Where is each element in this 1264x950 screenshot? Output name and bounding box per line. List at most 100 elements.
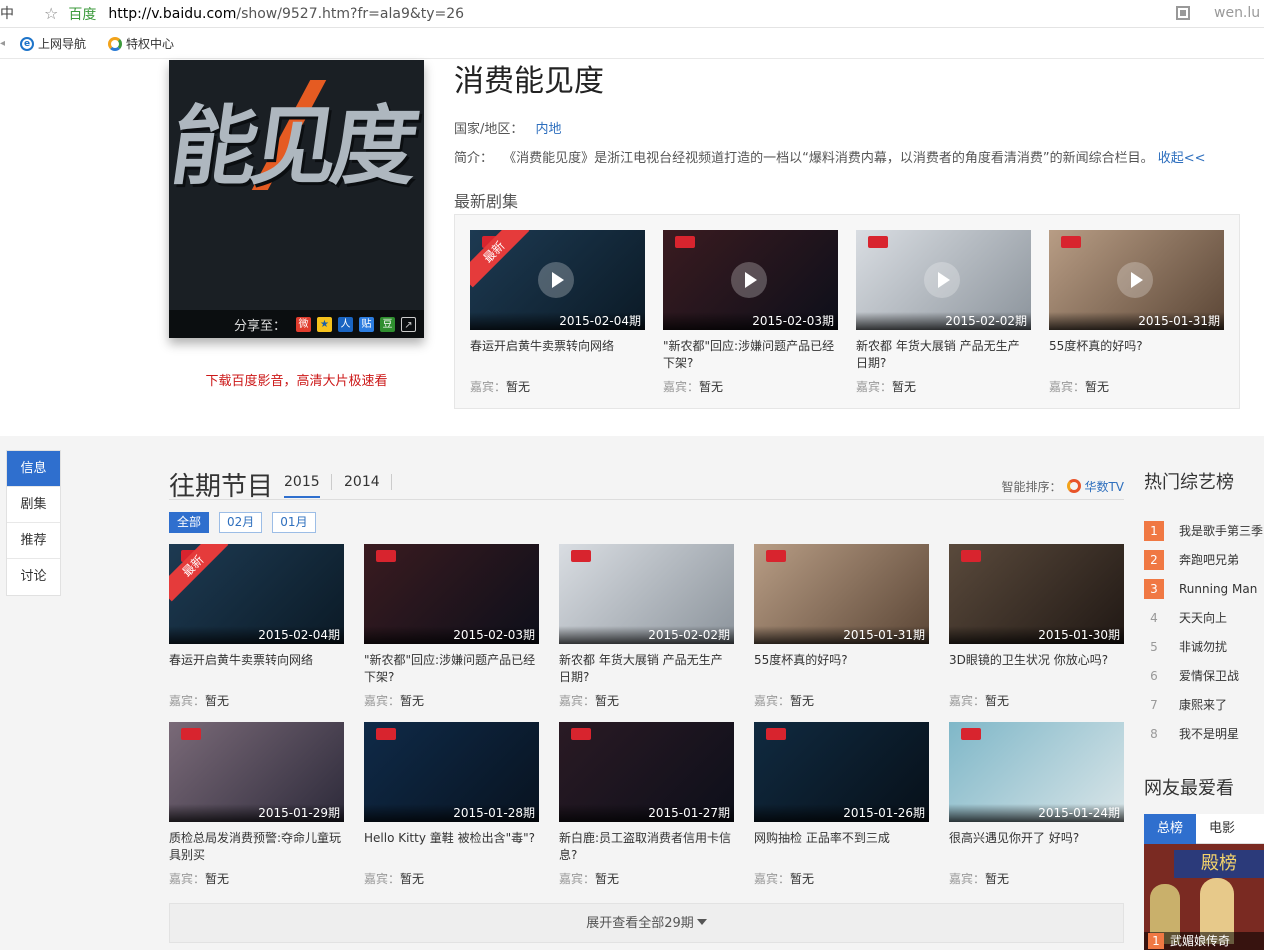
hot-rank-item[interactable]: 6 爱情保卫战 (1144, 661, 1264, 690)
episode-title[interactable]: 新农都 年货大展销 产品无生产日期? (559, 652, 734, 686)
star-icon[interactable]: ☆ (44, 4, 58, 23)
episode-thumbnail[interactable]: 2015-01-26期 (754, 722, 929, 822)
episode-guest: 嘉宾：暂无 (364, 870, 539, 887)
hot-rank-item[interactable]: 3 Running Man (1144, 574, 1264, 603)
episode-thumbnail[interactable]: 2015-02-03期 (663, 230, 838, 330)
episode-title[interactable]: 网购抽检 正品率不到三成 (754, 830, 929, 864)
side-nav-recommend[interactable]: 推荐 (7, 523, 60, 559)
episode-thumbnail[interactable]: 2015-01-31期 (1049, 230, 1224, 330)
external-icon[interactable]: ↗ (401, 316, 416, 332)
douban-icon[interactable]: 豆 (380, 316, 395, 332)
year-tab-2014[interactable]: 2014 (344, 474, 380, 490)
episode-guest: 嘉宾：暂无 (559, 870, 734, 887)
play-icon[interactable] (731, 262, 767, 298)
hot-rank-item[interactable]: 1 我是歌手第三季 (1144, 516, 1264, 545)
episode-title[interactable]: 春运开启黄牛卖票转向网络 (169, 652, 344, 686)
hot-rank-item[interactable]: 2 奔跑吧兄弟 (1144, 545, 1264, 574)
episode-card[interactable]: 最新 2015-02-04期 春运开启黄牛卖票转向网络 嘉宾：暂无 (169, 544, 344, 709)
episode-title[interactable]: 新白鹿:员工盗取消费者信用卡信息? (559, 830, 734, 864)
rank-name[interactable]: 爱情保卫战 (1179, 667, 1239, 684)
tab-overall[interactable]: 总榜 (1144, 814, 1196, 844)
episode-title[interactable]: 春运开启黄牛卖票转向网络 (470, 338, 645, 372)
side-nav-discuss[interactable]: 讨论 (7, 559, 60, 595)
episode-thumbnail[interactable]: 2015-01-28期 (364, 722, 539, 822)
month-02[interactable]: 02月 (219, 512, 263, 533)
user-name[interactable]: wen.lu (1214, 5, 1260, 21)
hot-rank-item[interactable]: 4 天天向上 (1144, 603, 1264, 632)
episode-thumbnail[interactable]: 最新 2015-02-04期 (470, 230, 645, 330)
episode-card[interactable]: 最新 2015-02-04期 春运开启黄牛卖票转向网络 嘉宾：暂无 (470, 230, 645, 395)
episode-card[interactable]: 2015-01-31期 55度杯真的好吗? 嘉宾：暂无 (1049, 230, 1224, 395)
episode-title[interactable]: "新农都"回应:涉嫌问题产品已经下架? (663, 338, 838, 372)
episode-card[interactable]: 2015-01-30期 3D眼镜的卫生状况 你放心吗? 嘉宾：暂无 (949, 544, 1124, 709)
side-nav-info[interactable]: 信息 (7, 451, 60, 487)
episode-title[interactable]: 质检总局发消费预警:夺命儿童玩具别买 (169, 830, 344, 864)
episode-title[interactable]: 新农都 年货大展销 产品无生产日期? (856, 338, 1031, 372)
episode-thumbnail[interactable]: 2015-01-29期 (169, 722, 344, 822)
episode-thumbnail[interactable]: 最新 2015-02-04期 (169, 544, 344, 644)
episode-card[interactable]: 2015-01-27期新白鹿:员工盗取消费者信用卡信息? 嘉宾：暂无 (559, 722, 734, 887)
episode-thumbnail[interactable]: 2015-02-02期 (856, 230, 1031, 330)
show-poster[interactable]: 能见度 分享至： 微 ★ 人 贴 豆 ↗ (169, 60, 424, 338)
episode-title[interactable]: Hello Kitty 童鞋 被检出含"毒"? (364, 830, 539, 864)
play-icon[interactable] (1117, 262, 1153, 298)
weibo-icon[interactable]: 微 (296, 316, 311, 332)
episode-guest: 嘉宾：暂无 (949, 870, 1124, 887)
year-divider (331, 474, 332, 490)
episode-title[interactable]: 55度杯真的好吗? (1049, 338, 1224, 372)
collapse-link[interactable]: 收起<< (1158, 151, 1206, 166)
episode-thumbnail[interactable]: 2015-01-30期 (949, 544, 1124, 644)
tab-movie[interactable]: 电影 (1196, 814, 1248, 844)
episode-card[interactable]: 2015-01-28期 Hello Kitty 童鞋 被检出含"毒"? 嘉宾：暂无 (364, 722, 539, 887)
episode-card[interactable]: 2015-01-29期 质检总局发消费预警:夺命儿童玩具别买 嘉宾：暂无 (169, 722, 344, 887)
url-input[interactable]: http://v.baidu.com/show/9527.htm?fr=ala9… (108, 6, 464, 22)
episode-thumbnail[interactable]: 2015-01-24期 (949, 722, 1124, 822)
qzone-icon[interactable]: ★ (317, 316, 332, 332)
renren-icon[interactable]: 人 (338, 316, 353, 332)
download-link[interactable]: 下载百度影音，高清大片极速看 (169, 370, 424, 389)
episode-card[interactable]: 2015-01-26期 网购抽检 正品率不到三成 嘉宾：暂无 (754, 722, 929, 887)
episode-card[interactable]: 2015-01-31期 55度杯真的好吗? 嘉宾：暂无 (754, 544, 929, 709)
rank-name[interactable]: 天天向上 (1179, 609, 1227, 626)
sort-control[interactable]: 智能排序： 华数TV (1001, 478, 1124, 495)
episode-title[interactable]: "新农都"回应:涉嫌问题产品已经下架? (364, 652, 539, 686)
hot-rank-item[interactable]: 5 非诚勿扰 (1144, 632, 1264, 661)
expand-all-button[interactable]: 展开查看全部29期 (169, 903, 1124, 943)
episode-title[interactable]: 很高兴遇见你开了 好吗? (949, 830, 1124, 864)
month-01[interactable]: 01月 (272, 512, 316, 533)
rank-name[interactable]: 非诚勿扰 (1179, 638, 1227, 655)
qr-code-icon[interactable] (1176, 6, 1190, 20)
episode-card[interactable]: 2015-02-02期 新农都 年货大展销 产品无生产日期? 嘉宾：暂无 (856, 230, 1031, 395)
sort-brand[interactable]: 华数TV (1084, 480, 1124, 494)
tieba-icon[interactable]: 贴 (359, 316, 374, 332)
region-link[interactable]: 内地 (536, 122, 562, 137)
play-icon[interactable] (924, 262, 960, 298)
side-nav-episodes[interactable]: 剧集 (7, 487, 60, 523)
rank-name[interactable]: 奔跑吧兄弟 (1179, 551, 1239, 568)
rank-name[interactable]: 我不是明星 (1179, 725, 1239, 742)
episode-card[interactable]: 2015-02-03期 "新农都"回应:涉嫌问题产品已经下架? 嘉宾：暂无 (663, 230, 838, 395)
episode-card[interactable]: 2015-02-02期 新农都 年货大展销 产品无生产日期? 嘉宾：暂无 (559, 544, 734, 709)
hot-rank-item[interactable]: 8 我不是明星 (1144, 719, 1264, 748)
episode-thumbnail[interactable]: 2015-02-03期 (364, 544, 539, 644)
tab-tv[interactable]: 电 (1248, 814, 1264, 844)
play-icon[interactable] (538, 262, 574, 298)
rank-name[interactable]: Running Man (1179, 582, 1257, 596)
favorite-top-item[interactable]: 殿榜 1 武媚娘传奇 (1144, 844, 1264, 950)
month-all[interactable]: 全部 (169, 512, 210, 533)
episode-thumbnail[interactable]: 2015-01-31期 (754, 544, 929, 644)
episode-thumbnail[interactable]: 2015-01-27期 (559, 722, 734, 822)
episode-card[interactable]: 2015-01-24期很高兴遇见你开了 好吗? 嘉宾：暂无 (949, 722, 1124, 887)
favorite-nav[interactable]: ◂ e 上网导航 (0, 35, 86, 52)
cut-icon[interactable]: 中 (0, 7, 14, 21)
episode-title[interactable]: 3D眼镜的卫生状况 你放心吗? (949, 652, 1124, 686)
episode-title[interactable]: 55度杯真的好吗? (754, 652, 929, 686)
episode-card[interactable]: 2015-02-03期 "新农都"回应:涉嫌问题产品已经下架? 嘉宾：暂无 (364, 544, 539, 709)
favorite-privilege[interactable]: 特权中心 (108, 35, 174, 52)
rank-name[interactable]: 康熙来了 (1179, 696, 1227, 713)
year-tab-2015[interactable]: 2015 (284, 474, 320, 498)
episode-thumbnail[interactable]: 2015-02-02期 (559, 544, 734, 644)
expand-label: 展开查看全部29期 (586, 916, 694, 931)
rank-name[interactable]: 我是歌手第三季 (1179, 522, 1263, 539)
hot-rank-item[interactable]: 7 康熙来了 (1144, 690, 1264, 719)
